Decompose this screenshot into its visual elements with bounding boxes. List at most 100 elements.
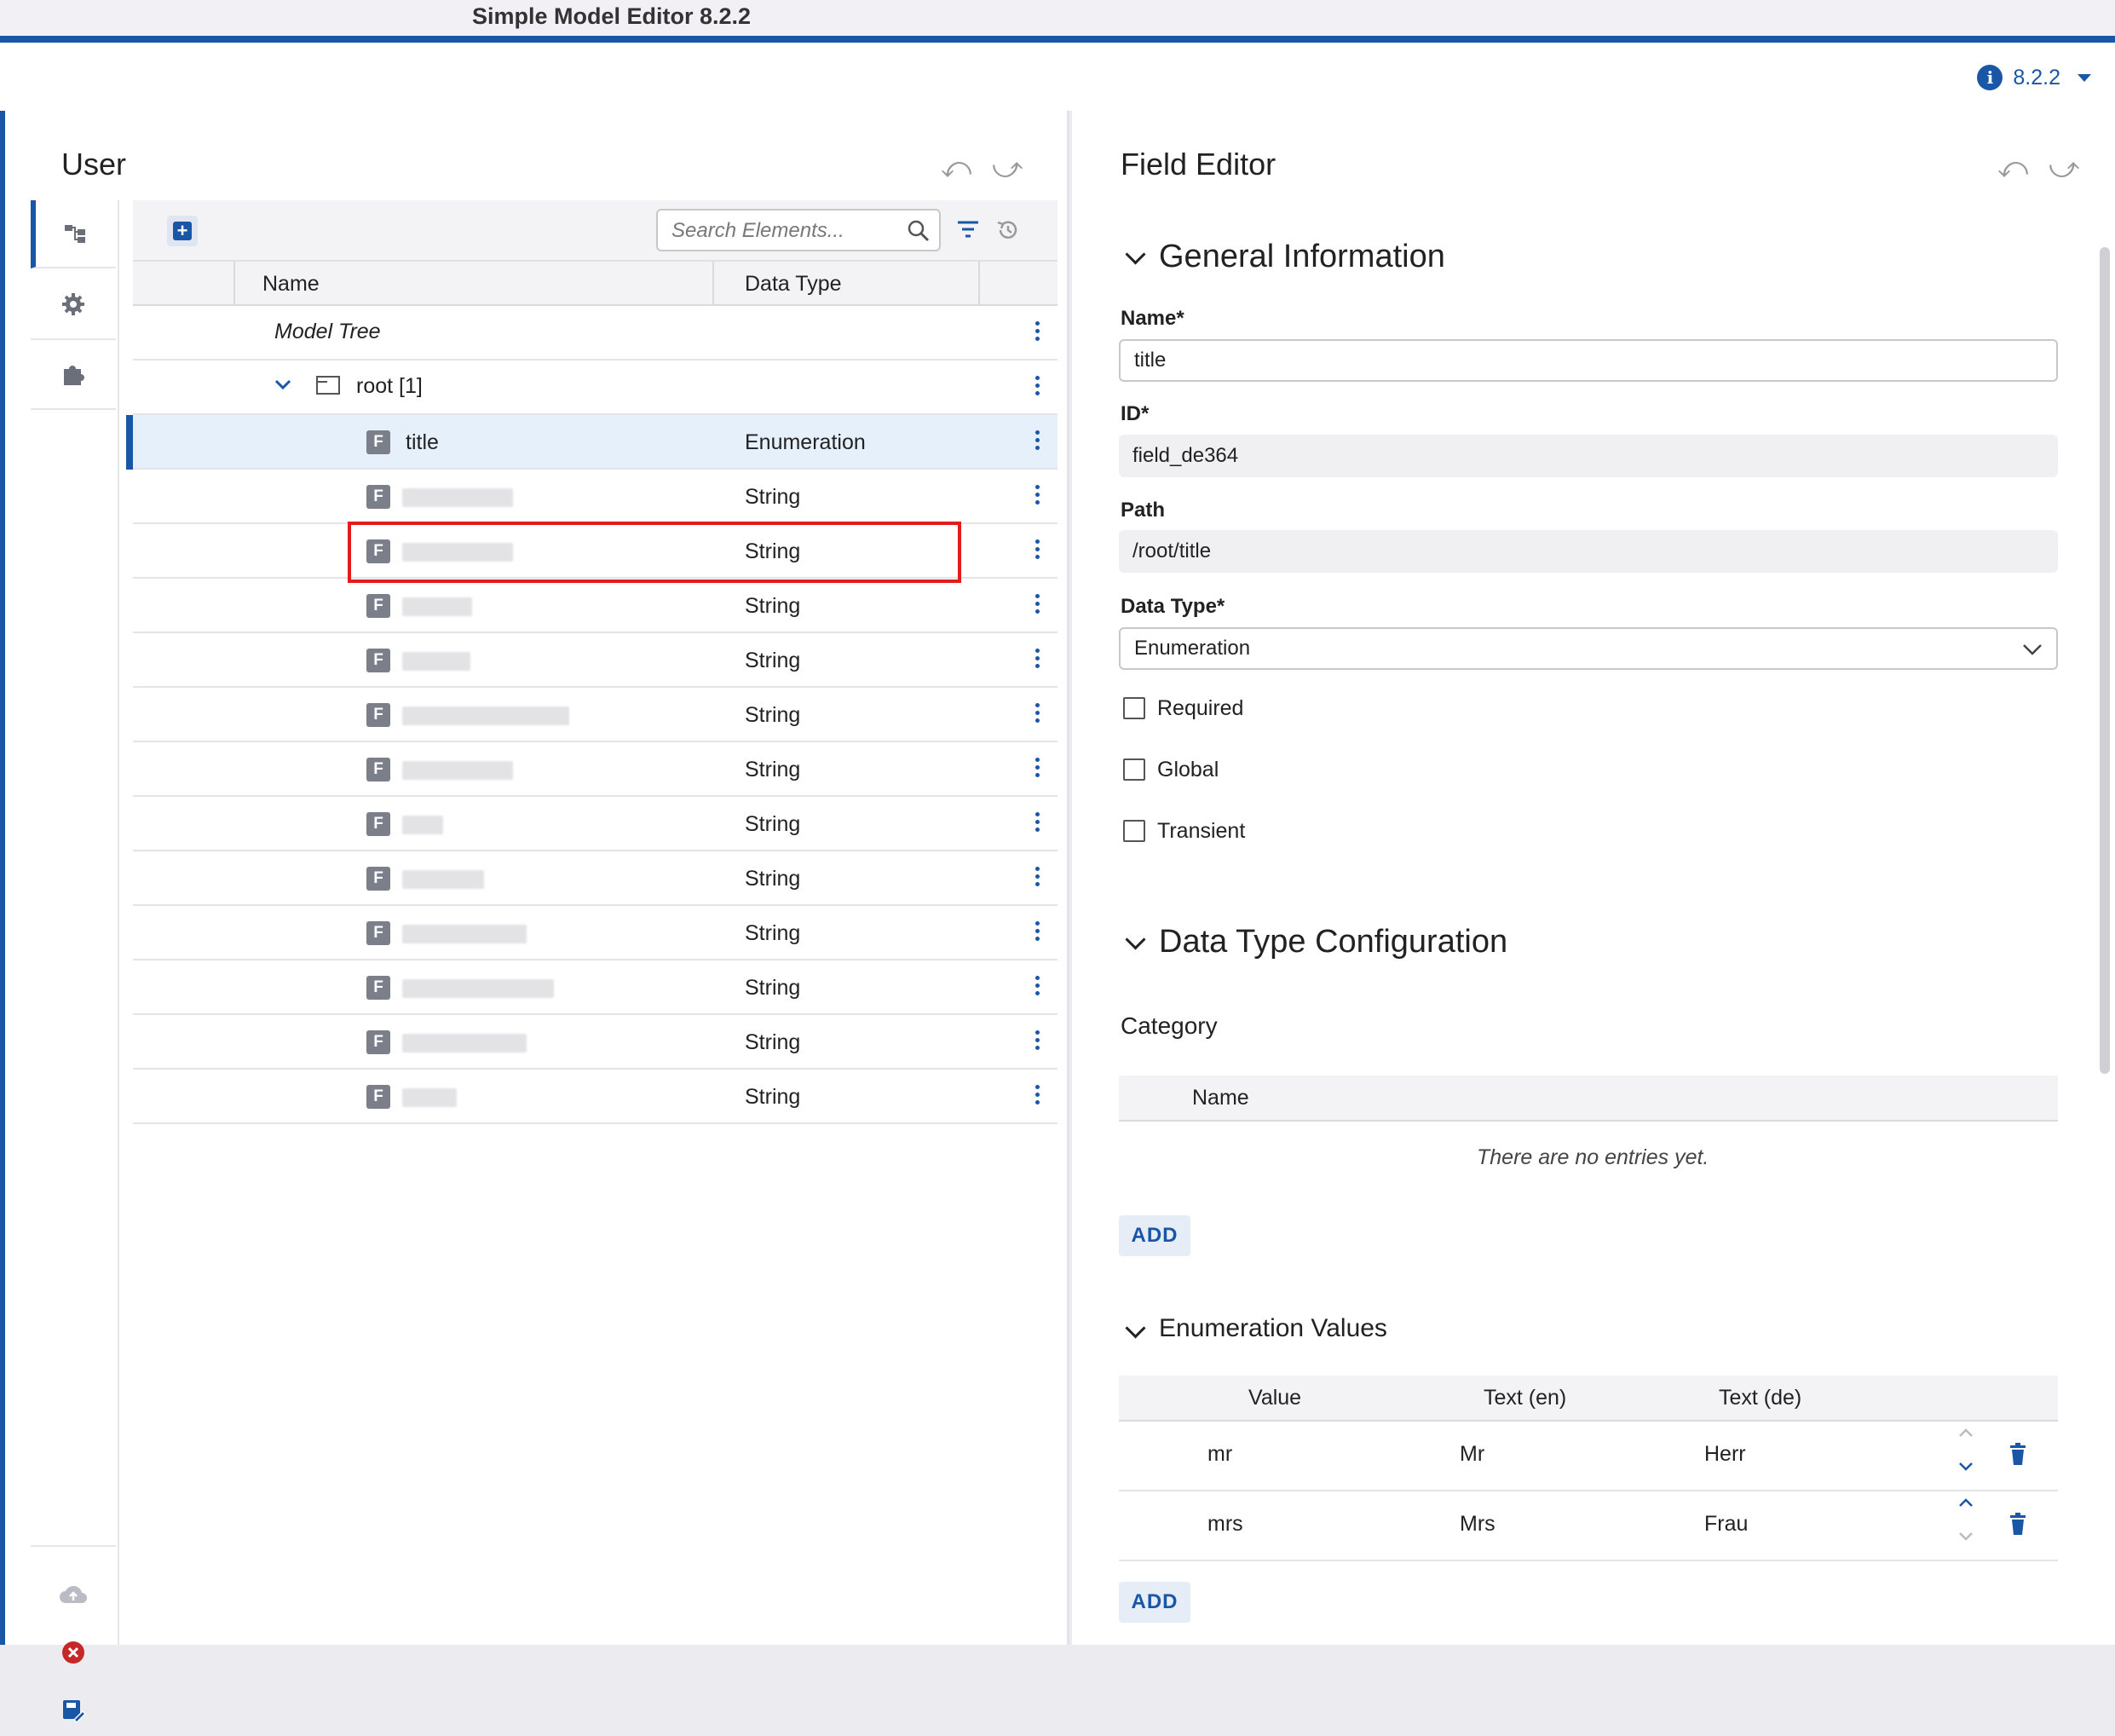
field-type-icon: F (366, 430, 390, 454)
enum-text-en: Mrs (1460, 1512, 1495, 1536)
delete-icon[interactable] (2008, 1512, 2027, 1536)
more-vert-icon[interactable] (1035, 321, 1040, 341)
more-vert-icon[interactable] (1035, 1085, 1040, 1104)
section-enumeration-values[interactable]: Enumeration Values (1159, 1314, 1387, 1343)
column-header-name: Name (1192, 1086, 1249, 1110)
model-panel: User ⤺ ⤻ + Name (0, 111, 1069, 1723)
more-vert-icon[interactable] (1035, 703, 1040, 723)
global-label: Global (1157, 758, 1219, 781)
filter-icon[interactable] (956, 219, 980, 239)
table-row[interactable]: F String (133, 851, 1058, 906)
table-row[interactable]: F String (133, 1015, 1058, 1070)
plugin-puzzle-icon[interactable] (31, 340, 116, 410)
column-header-text-de: Text (de) (1719, 1386, 1802, 1410)
enum-value: mr (1207, 1442, 1233, 1466)
category-label: Category (1121, 1012, 1218, 1039)
settings-gear-icon[interactable] (31, 270, 116, 340)
field-type-icon: F (366, 867, 390, 891)
more-vert-icon[interactable] (1035, 867, 1040, 886)
field-type: String (745, 758, 801, 781)
transient-checkbox[interactable] (1123, 820, 1145, 842)
redacted-field-name (402, 1034, 527, 1053)
field-name: title (406, 430, 439, 454)
history-reset-icon[interactable] (995, 217, 1021, 243)
table-row[interactable]: mr Mr Herr (1119, 1420, 2058, 1491)
field-type: String (745, 867, 801, 891)
tree-toolbar: + (133, 200, 1058, 260)
close-circle-icon[interactable] (31, 1627, 116, 1678)
more-vert-icon[interactable] (1035, 812, 1040, 832)
chevron-down-icon[interactable] (1125, 1318, 1146, 1339)
table-row[interactable]: F String (133, 579, 1058, 633)
move-up-icon[interactable] (1957, 1497, 1974, 1508)
add-enum-value-button[interactable]: ADD (1119, 1582, 1190, 1623)
move-up-icon[interactable] (1957, 1427, 1974, 1439)
cloud-upload-icon[interactable] (31, 1569, 116, 1620)
section-general-information[interactable]: General Information (1159, 239, 1445, 275)
required-checkbox[interactable] (1123, 697, 1145, 719)
move-down-icon[interactable] (1957, 1531, 1974, 1543)
table-row[interactable]: F String (133, 797, 1058, 851)
enum-table-header: Value Text (en) Text (de) (1119, 1376, 2058, 1422)
table-row[interactable]: F String (133, 906, 1058, 960)
table-row[interactable]: F String (133, 960, 1058, 1015)
scrollbar[interactable] (2100, 247, 2110, 1074)
field-type: String (745, 976, 801, 1000)
table-row[interactable]: F String (133, 633, 1058, 688)
undo-icon[interactable]: ⤺ (1997, 152, 2028, 185)
tree-view-icon[interactable] (31, 200, 116, 268)
chevron-down-icon[interactable] (1125, 929, 1146, 950)
move-down-icon[interactable] (1957, 1461, 1974, 1473)
more-vert-icon[interactable] (1035, 485, 1040, 505)
table-row[interactable]: F String (133, 688, 1058, 742)
field-type: String (745, 812, 801, 836)
more-vert-icon[interactable] (1035, 376, 1040, 395)
more-vert-icon[interactable] (1035, 594, 1040, 614)
table-row[interactable]: F String (133, 742, 1058, 797)
search-icon[interactable] (907, 219, 931, 243)
empty-state-text: There are no entries yet. (1477, 1145, 1709, 1169)
more-vert-icon[interactable] (1035, 430, 1040, 450)
section-data-type-configuration[interactable]: Data Type Configuration (1159, 924, 1507, 960)
name-field[interactable]: title (1119, 339, 2058, 382)
table-row[interactable]: F title Enumeration (126, 415, 1058, 470)
delete-icon[interactable] (2008, 1442, 2027, 1466)
path-field-value: /root/title (1132, 539, 1212, 562)
more-vert-icon[interactable] (1035, 921, 1040, 941)
column-divider (712, 262, 714, 306)
table-row[interactable]: F String (133, 1070, 1058, 1124)
search-box (656, 209, 941, 251)
id-field: field_de364 (1119, 435, 2058, 477)
redacted-field-name (402, 761, 513, 780)
id-label: ID* (1121, 402, 1150, 425)
column-header-data-type[interactable]: Data Type (745, 272, 842, 297)
field-type-icon: F (366, 976, 390, 1000)
chevron-down-icon[interactable] (1125, 244, 1146, 265)
chevron-down-icon[interactable] (2078, 73, 2091, 82)
column-header-name[interactable]: Name (262, 272, 320, 297)
redacted-field-name (402, 979, 554, 998)
info-icon: i (1977, 65, 2003, 90)
add-category-button[interactable]: ADD (1119, 1215, 1190, 1256)
more-vert-icon[interactable] (1035, 649, 1040, 668)
more-vert-icon[interactable] (1035, 758, 1040, 777)
search-input[interactable] (670, 217, 895, 245)
table-row[interactable]: F String (133, 470, 1058, 524)
field-type-icon: F (366, 594, 390, 618)
redo-icon[interactable]: ⤻ (2049, 152, 2079, 185)
global-checkbox[interactable] (1123, 758, 1145, 781)
model-tree-row[interactable]: Model Tree (133, 306, 1058, 360)
more-vert-icon[interactable] (1035, 539, 1040, 559)
chevron-down-icon[interactable] (274, 379, 291, 391)
more-vert-icon[interactable] (1035, 1030, 1040, 1050)
root-row[interactable]: root [1] (133, 360, 1058, 415)
save-edit-icon[interactable] (31, 1685, 116, 1736)
table-row[interactable]: mrs Mrs Frau (1119, 1490, 2058, 1561)
undo-icon[interactable]: ⤺ (941, 152, 971, 185)
redacted-field-name (402, 652, 470, 671)
more-vert-icon[interactable] (1035, 976, 1040, 995)
add-element-button[interactable]: + (167, 216, 198, 246)
data-type-select[interactable]: Enumeration (1119, 627, 2058, 670)
redo-icon[interactable]: ⤻ (992, 152, 1023, 185)
version-menu[interactable]: i 8.2.2 (1977, 65, 2091, 90)
